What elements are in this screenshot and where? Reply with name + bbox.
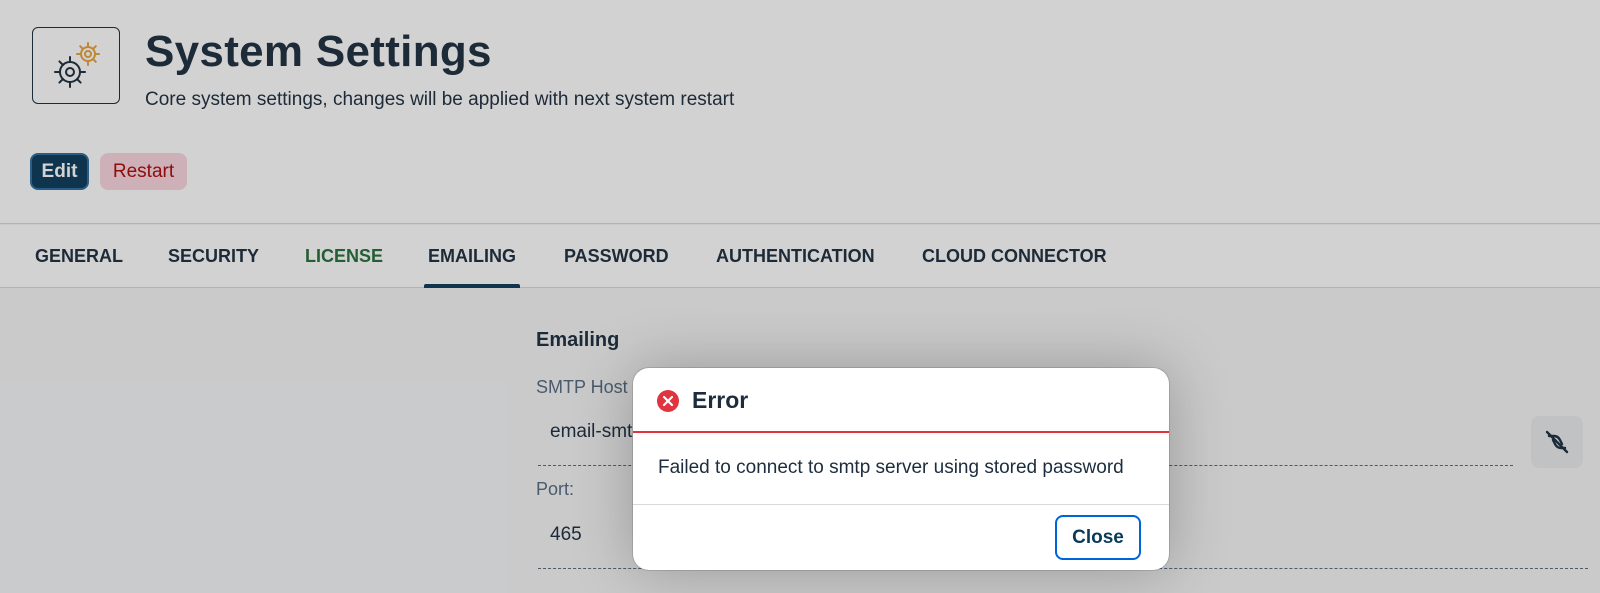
- close-button[interactable]: Close: [1055, 515, 1141, 560]
- dialog-message: Failed to connect to smtp server using s…: [658, 457, 1124, 478]
- dialog-footer: Close: [633, 504, 1169, 570]
- error-icon: [657, 390, 679, 412]
- error-dialog: Error Failed to connect to smtp server u…: [633, 368, 1169, 570]
- dialog-title: Error: [692, 387, 749, 413]
- dialog-header: Error: [633, 368, 1169, 433]
